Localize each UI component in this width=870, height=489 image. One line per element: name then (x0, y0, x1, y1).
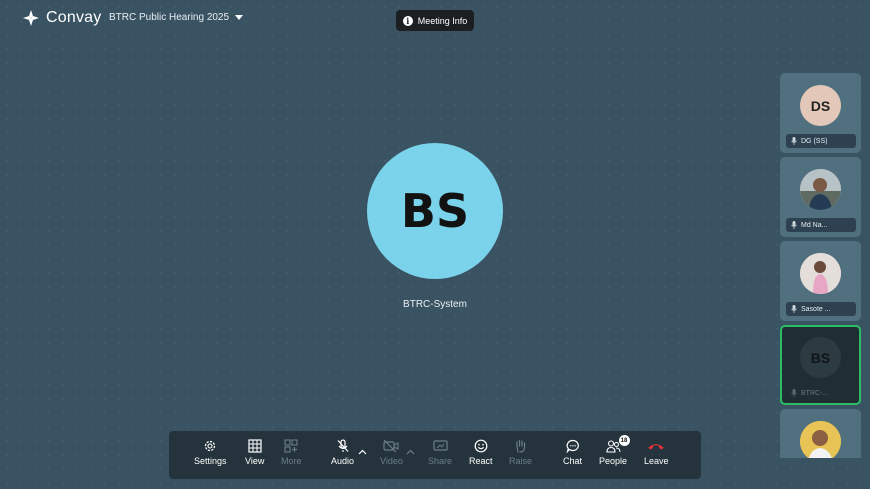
participant-label: DG (SS) (786, 134, 856, 148)
audio-button[interactable]: Audio (331, 439, 354, 466)
participant-photo (800, 169, 841, 210)
participant-tile[interactable]: Md Na... (780, 157, 861, 237)
gear-icon (205, 440, 216, 452)
smiley-icon (474, 439, 488, 453)
chat-button[interactable]: Chat (563, 439, 582, 466)
people-label: People (599, 456, 628, 466)
apps-plus-icon (284, 439, 298, 453)
caret-down-icon (235, 14, 244, 20)
participant-name: DG (SS) (801, 137, 828, 145)
video-button[interactable]: Video (380, 439, 403, 466)
participant-photo (800, 421, 841, 458)
person-photo-icon (800, 169, 841, 210)
react-button[interactable]: React (469, 439, 493, 466)
raise-hand-button[interactable]: Raise (509, 439, 532, 466)
person-photo-icon (800, 421, 841, 458)
participant-avatar: DS (800, 85, 841, 126)
main-participant-avatar: BS (367, 143, 503, 279)
participant-tile[interactable] (780, 409, 861, 458)
leave-label: Leave (644, 456, 669, 466)
microphone-muted-icon (791, 389, 797, 397)
share-button[interactable]: Share (428, 439, 452, 466)
participant-name: Sasote ... (801, 305, 831, 313)
info-icon: i (402, 15, 413, 26)
person-photo-icon (800, 253, 841, 294)
meeting-info-button[interactable]: i Meeting Info (396, 10, 474, 31)
meeting-title: BTRC Public Hearing 2025 (109, 12, 230, 23)
meeting-toolbar: Settings View More Audio Video Share Rea… (169, 431, 701, 479)
raise-label: Raise (509, 456, 533, 466)
view-label: View (245, 456, 265, 466)
microphone-muted-icon (791, 221, 797, 229)
microphone-muted-icon (791, 137, 797, 145)
microphone-muted-icon (337, 439, 348, 452)
more-button[interactable]: More (281, 439, 302, 466)
people-button[interactable]: 18 People (599, 435, 630, 466)
leave-button[interactable]: Leave (644, 439, 669, 466)
participant-label: Md Na... (786, 218, 856, 232)
view-button[interactable]: View (245, 439, 264, 466)
audio-label: Audio (331, 456, 355, 466)
participant-avatar: BS (800, 337, 841, 378)
participant-name: Md Na... (801, 221, 828, 229)
participant-label: BTRC-... (786, 386, 856, 400)
meeting-info-label: Meeting Info (417, 15, 468, 26)
people-icon-wrap: 18 (605, 435, 630, 453)
people-count-badge: 18 (618, 435, 630, 446)
meeting-title-dropdown[interactable]: BTRC Public Hearing 2025 (109, 12, 244, 23)
brand-name: Convay (46, 9, 102, 26)
screen-share-icon (432, 440, 448, 451)
raise-hand-icon (515, 439, 525, 453)
participant-tile[interactable]: DS DG (SS) (780, 73, 861, 153)
more-label: More (281, 456, 302, 466)
participant-label: Sasote ... (786, 302, 856, 316)
grid-view-icon (248, 439, 262, 453)
chat-label: Chat (563, 456, 583, 466)
participant-photo (800, 253, 841, 294)
video-label: Video (380, 456, 403, 466)
brand-logo: Convay (22, 9, 101, 27)
participant-tile-active-speaker[interactable]: BS BTRC-... (780, 325, 861, 405)
main-participant-name: BTRC-System (403, 299, 467, 310)
video-options-chevron-up-icon[interactable] (406, 449, 415, 455)
share-label: Share (428, 456, 453, 466)
camera-off-icon (383, 439, 399, 453)
react-label: React (469, 456, 493, 466)
participant-name: BTRC-... (801, 389, 829, 397)
audio-options-chevron-up-icon[interactable] (358, 449, 367, 455)
top-bar: Convay BTRC Public Hearing 2025 i Meetin… (0, 0, 870, 38)
chat-bubble-icon (565, 439, 579, 453)
microphone-muted-icon (791, 305, 797, 313)
convay-logo-icon (23, 10, 39, 26)
hang-up-phone-icon (648, 444, 664, 450)
settings-button[interactable]: Settings (194, 439, 227, 466)
participant-sidebar[interactable]: DS DG (SS) Md Na... Sasote ... BS BTRC-.… (780, 73, 861, 458)
settings-label: Settings (194, 456, 227, 466)
participant-tile[interactable]: Sasote ... (780, 241, 861, 321)
